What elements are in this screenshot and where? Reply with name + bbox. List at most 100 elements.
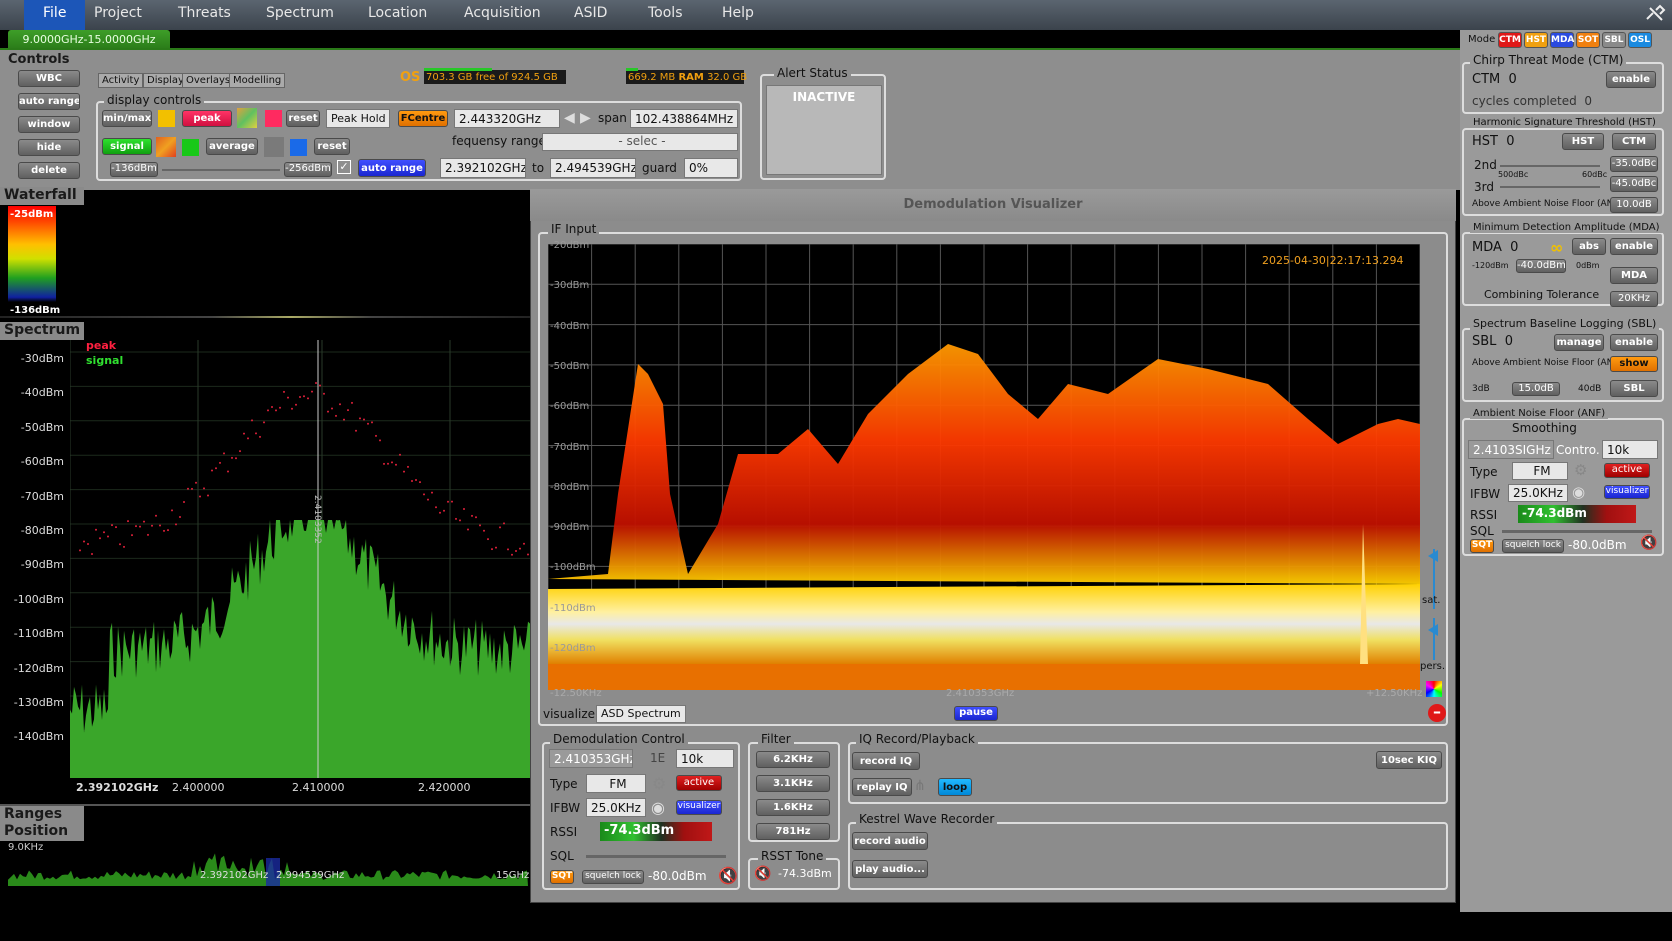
max-dbm-field[interactable]: -256dBm xyxy=(284,162,332,177)
mode-badge-sot[interactable]: SOT xyxy=(1576,32,1600,48)
mode-badge-mda[interactable]: MDA xyxy=(1550,32,1574,48)
menu-spectrum[interactable]: Spectrum xyxy=(266,5,334,21)
filter-3-1khz-button[interactable]: 3.1KHz xyxy=(756,775,830,792)
demod-freq-field[interactable]: 2.410353GHz xyxy=(549,749,633,768)
demod-type-select[interactable]: FM xyxy=(586,774,646,793)
delete-button[interactable]: delete xyxy=(18,162,80,179)
hide-button[interactable]: hide xyxy=(18,139,80,156)
anf-settings-icon[interactable]: ⚙ xyxy=(1574,461,1587,479)
spectrum-plot[interactable] xyxy=(69,340,530,778)
menu-asid[interactable]: ASID xyxy=(574,5,607,21)
signal-color-swatch[interactable] xyxy=(182,139,199,156)
demod-ifbw-select[interactable]: 25.0KHz xyxy=(586,798,646,817)
mda-button[interactable]: MDA xyxy=(1610,267,1658,284)
anf-active-button[interactable]: active xyxy=(1604,463,1650,478)
wbc-button[interactable]: WBC xyxy=(18,70,80,87)
signal-palette-icon[interactable] xyxy=(156,137,176,157)
sbl-value[interactable]: 15.0dB xyxy=(1512,382,1560,396)
guard-input[interactable]: 0% xyxy=(684,158,738,178)
hst-3rd-slider[interactable] xyxy=(1500,186,1600,188)
replay-iq-button[interactable]: replay IQ xyxy=(852,778,912,796)
menu-tools[interactable]: Tools xyxy=(648,5,683,21)
anf-freq-field[interactable]: 2.4103SIGHz xyxy=(1468,440,1554,459)
10sec-kiq-button[interactable]: 10sec KIQ xyxy=(1376,751,1442,769)
hst-2nd-value[interactable]: -35.0dBc xyxy=(1610,156,1658,172)
arrow-left-icon[interactable]: ◀ xyxy=(564,110,575,126)
peak-button[interactable]: peak xyxy=(182,110,232,127)
fcentre-button[interactable]: FCentre xyxy=(398,110,448,127)
anf-type-select[interactable]: FM xyxy=(1512,462,1568,480)
window-button[interactable]: window xyxy=(18,116,80,133)
record-iq-button[interactable]: record IQ xyxy=(852,752,920,770)
if-spectrogram[interactable] xyxy=(547,243,1421,690)
pause-button[interactable]: pause xyxy=(954,706,998,721)
demod-sql-slider[interactable] xyxy=(586,855,726,858)
play-audio-button[interactable]: play audio... xyxy=(852,860,928,878)
hst-button[interactable]: HST xyxy=(1562,133,1604,150)
mode-badge-osl[interactable]: OSL xyxy=(1628,32,1652,48)
palette-icon[interactable] xyxy=(1426,681,1442,697)
filter-6-2khz-button[interactable]: 6.2KHz xyxy=(756,751,830,768)
arrow-right-icon[interactable]: ▶ xyxy=(580,110,591,126)
hst-3rd-value[interactable]: -45.0dBc xyxy=(1610,176,1658,192)
settings-icon[interactable]: ⚙ xyxy=(652,774,666,793)
ctm-enable-button[interactable]: enable xyxy=(1606,71,1656,88)
mode-badge-sbl[interactable]: SBL xyxy=(1602,32,1626,48)
satellite-icon[interactable] xyxy=(1644,4,1666,26)
eye-icon[interactable]: ◉ xyxy=(651,798,665,817)
span-input[interactable]: 102.438864MHz xyxy=(630,109,738,128)
demod-step-input[interactable]: 10k xyxy=(676,749,734,768)
filter-781hz-button[interactable]: 781Hz xyxy=(756,823,830,840)
visualizer-select[interactable]: ASD Spectrum xyxy=(596,705,686,723)
mode-badge-hst[interactable]: HST xyxy=(1524,32,1548,48)
frequency-range-select[interactable]: - selec - xyxy=(542,133,738,151)
sbl-button[interactable]: SBL xyxy=(1610,380,1658,397)
hst-ctm-button[interactable]: CTM xyxy=(1612,133,1656,150)
hst-2nd-slider[interactable] xyxy=(1500,165,1600,167)
close-icon[interactable]: – xyxy=(1428,704,1446,722)
range-checkbox[interactable]: ✓ xyxy=(337,160,351,174)
menu-threats[interactable]: Threats xyxy=(178,5,231,21)
menu-location[interactable]: Location xyxy=(368,5,427,21)
tab-activity[interactable]: Activity xyxy=(98,73,144,88)
sbl-show-button[interactable]: show xyxy=(1610,356,1658,372)
mode-badge-ctm[interactable]: CTM xyxy=(1498,32,1522,48)
mda-abs-button[interactable]: abs xyxy=(1572,238,1606,255)
average-color-swatch[interactable] xyxy=(290,139,307,156)
auto-range-display-button[interactable]: auto range xyxy=(358,159,426,177)
pers-slider[interactable] xyxy=(1424,616,1444,662)
menu-acquisition[interactable]: Acquisition xyxy=(464,5,541,21)
demod-squelch-lock-button[interactable]: squelch lock xyxy=(582,870,644,884)
loop-button[interactable]: loop xyxy=(938,778,972,796)
combining-tolerance-value[interactable]: 20KHz xyxy=(1610,291,1658,307)
anf-step-input[interactable]: 10k xyxy=(1602,440,1658,459)
fcentre-input[interactable]: 2.443320GHz xyxy=(454,109,560,128)
demod-sqt-button[interactable]: SQT xyxy=(550,870,574,884)
rsst-mute-icon[interactable]: 🔇 xyxy=(754,866,771,882)
hst-anf-value[interactable]: 10.0dB xyxy=(1610,197,1658,213)
sbl-enable-button[interactable]: enable xyxy=(1610,334,1658,351)
anf-visualizer-button[interactable]: visualizer xyxy=(1604,485,1650,499)
menu-file[interactable]: File xyxy=(24,0,86,30)
frequency-range-tab[interactable]: 9.0000GHz-15.0000GHz xyxy=(8,30,170,50)
range-from-input[interactable]: 2.392102GHz xyxy=(440,158,526,178)
reset-average-button[interactable]: reset xyxy=(314,138,350,155)
min-max-button[interactable]: min/max xyxy=(102,110,152,127)
tab-modelling[interactable]: Modelling xyxy=(229,73,286,88)
peak-palette-icon[interactable] xyxy=(237,108,257,128)
tab-overlays[interactable]: Overlays xyxy=(182,73,235,88)
auto-range-button[interactable]: auto range xyxy=(18,93,80,110)
demod-step-1[interactable]: 1E xyxy=(650,751,665,765)
reset-peak-button[interactable]: reset xyxy=(286,110,320,127)
mute-icon[interactable]: 🔇 xyxy=(718,866,738,885)
anf-ifbw-select[interactable]: 25.0KHz xyxy=(1508,484,1568,502)
antenna-icon[interactable]: ⋔ xyxy=(914,778,926,794)
demod-visualizer-button[interactable]: visualizer xyxy=(676,800,722,815)
anf-mute-icon[interactable]: 🔇 xyxy=(1640,535,1657,551)
range-slider[interactable] xyxy=(162,169,280,171)
signal-button[interactable]: signal xyxy=(102,138,152,155)
menu-help[interactable]: Help xyxy=(722,5,754,21)
mda-enable-button[interactable]: enable xyxy=(1610,238,1658,255)
min-dbm-field[interactable]: -136dBm xyxy=(110,162,158,177)
anf-squelch-lock-button[interactable]: squelch lock xyxy=(1502,539,1564,553)
